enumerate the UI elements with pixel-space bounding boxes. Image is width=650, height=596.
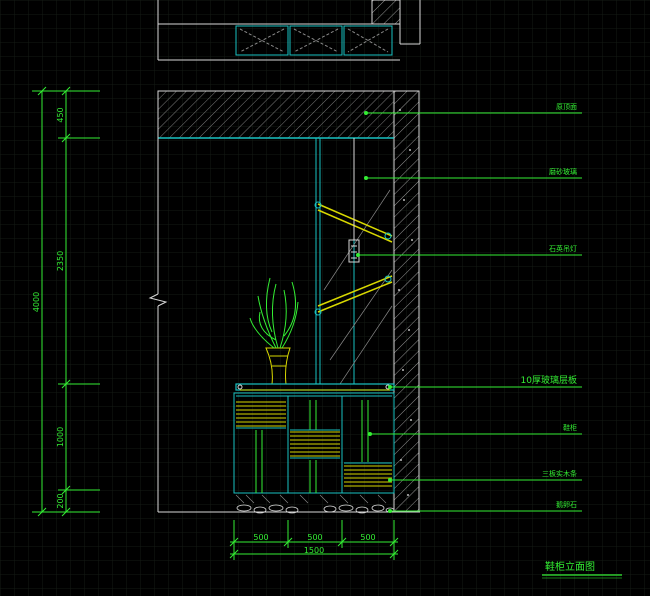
- dim-width-1: 500: [253, 533, 268, 542]
- cad-elevation-drawing: 4000 450 2350 1000 200 500 500 500 1500: [0, 0, 650, 596]
- right-wall: [393, 90, 420, 513]
- dim-width-2: 500: [307, 533, 322, 542]
- dim-seg-ceiling: 450: [56, 107, 65, 122]
- drawing-title: 鞋柜立面图: [545, 560, 595, 573]
- dim-width-total: 1500: [304, 546, 324, 555]
- ceiling-slab: [157, 90, 395, 139]
- dim-width-3: 500: [360, 533, 375, 542]
- label-glass-shelf: 10厚玻璃层板: [521, 374, 577, 386]
- label-frosted-glass: 磨砂玻璃: [549, 167, 577, 176]
- dim-seg-glass: 2350: [56, 251, 65, 271]
- dim-seg-cabinet: 1000: [56, 427, 65, 447]
- dim-total-height: 4000: [32, 292, 41, 312]
- label-pebbles: 鹅卵石: [556, 500, 577, 509]
- label-shoe-cabinet: 鞋柜: [563, 423, 577, 432]
- dim-seg-base: 200: [56, 493, 65, 508]
- label-quartz-pendant: 石英吊灯: [549, 244, 577, 253]
- grid: [0, 0, 650, 596]
- label-original-ceiling: 原顶面: [556, 103, 577, 111]
- label-wood-slats: 三板实木条: [542, 469, 577, 478]
